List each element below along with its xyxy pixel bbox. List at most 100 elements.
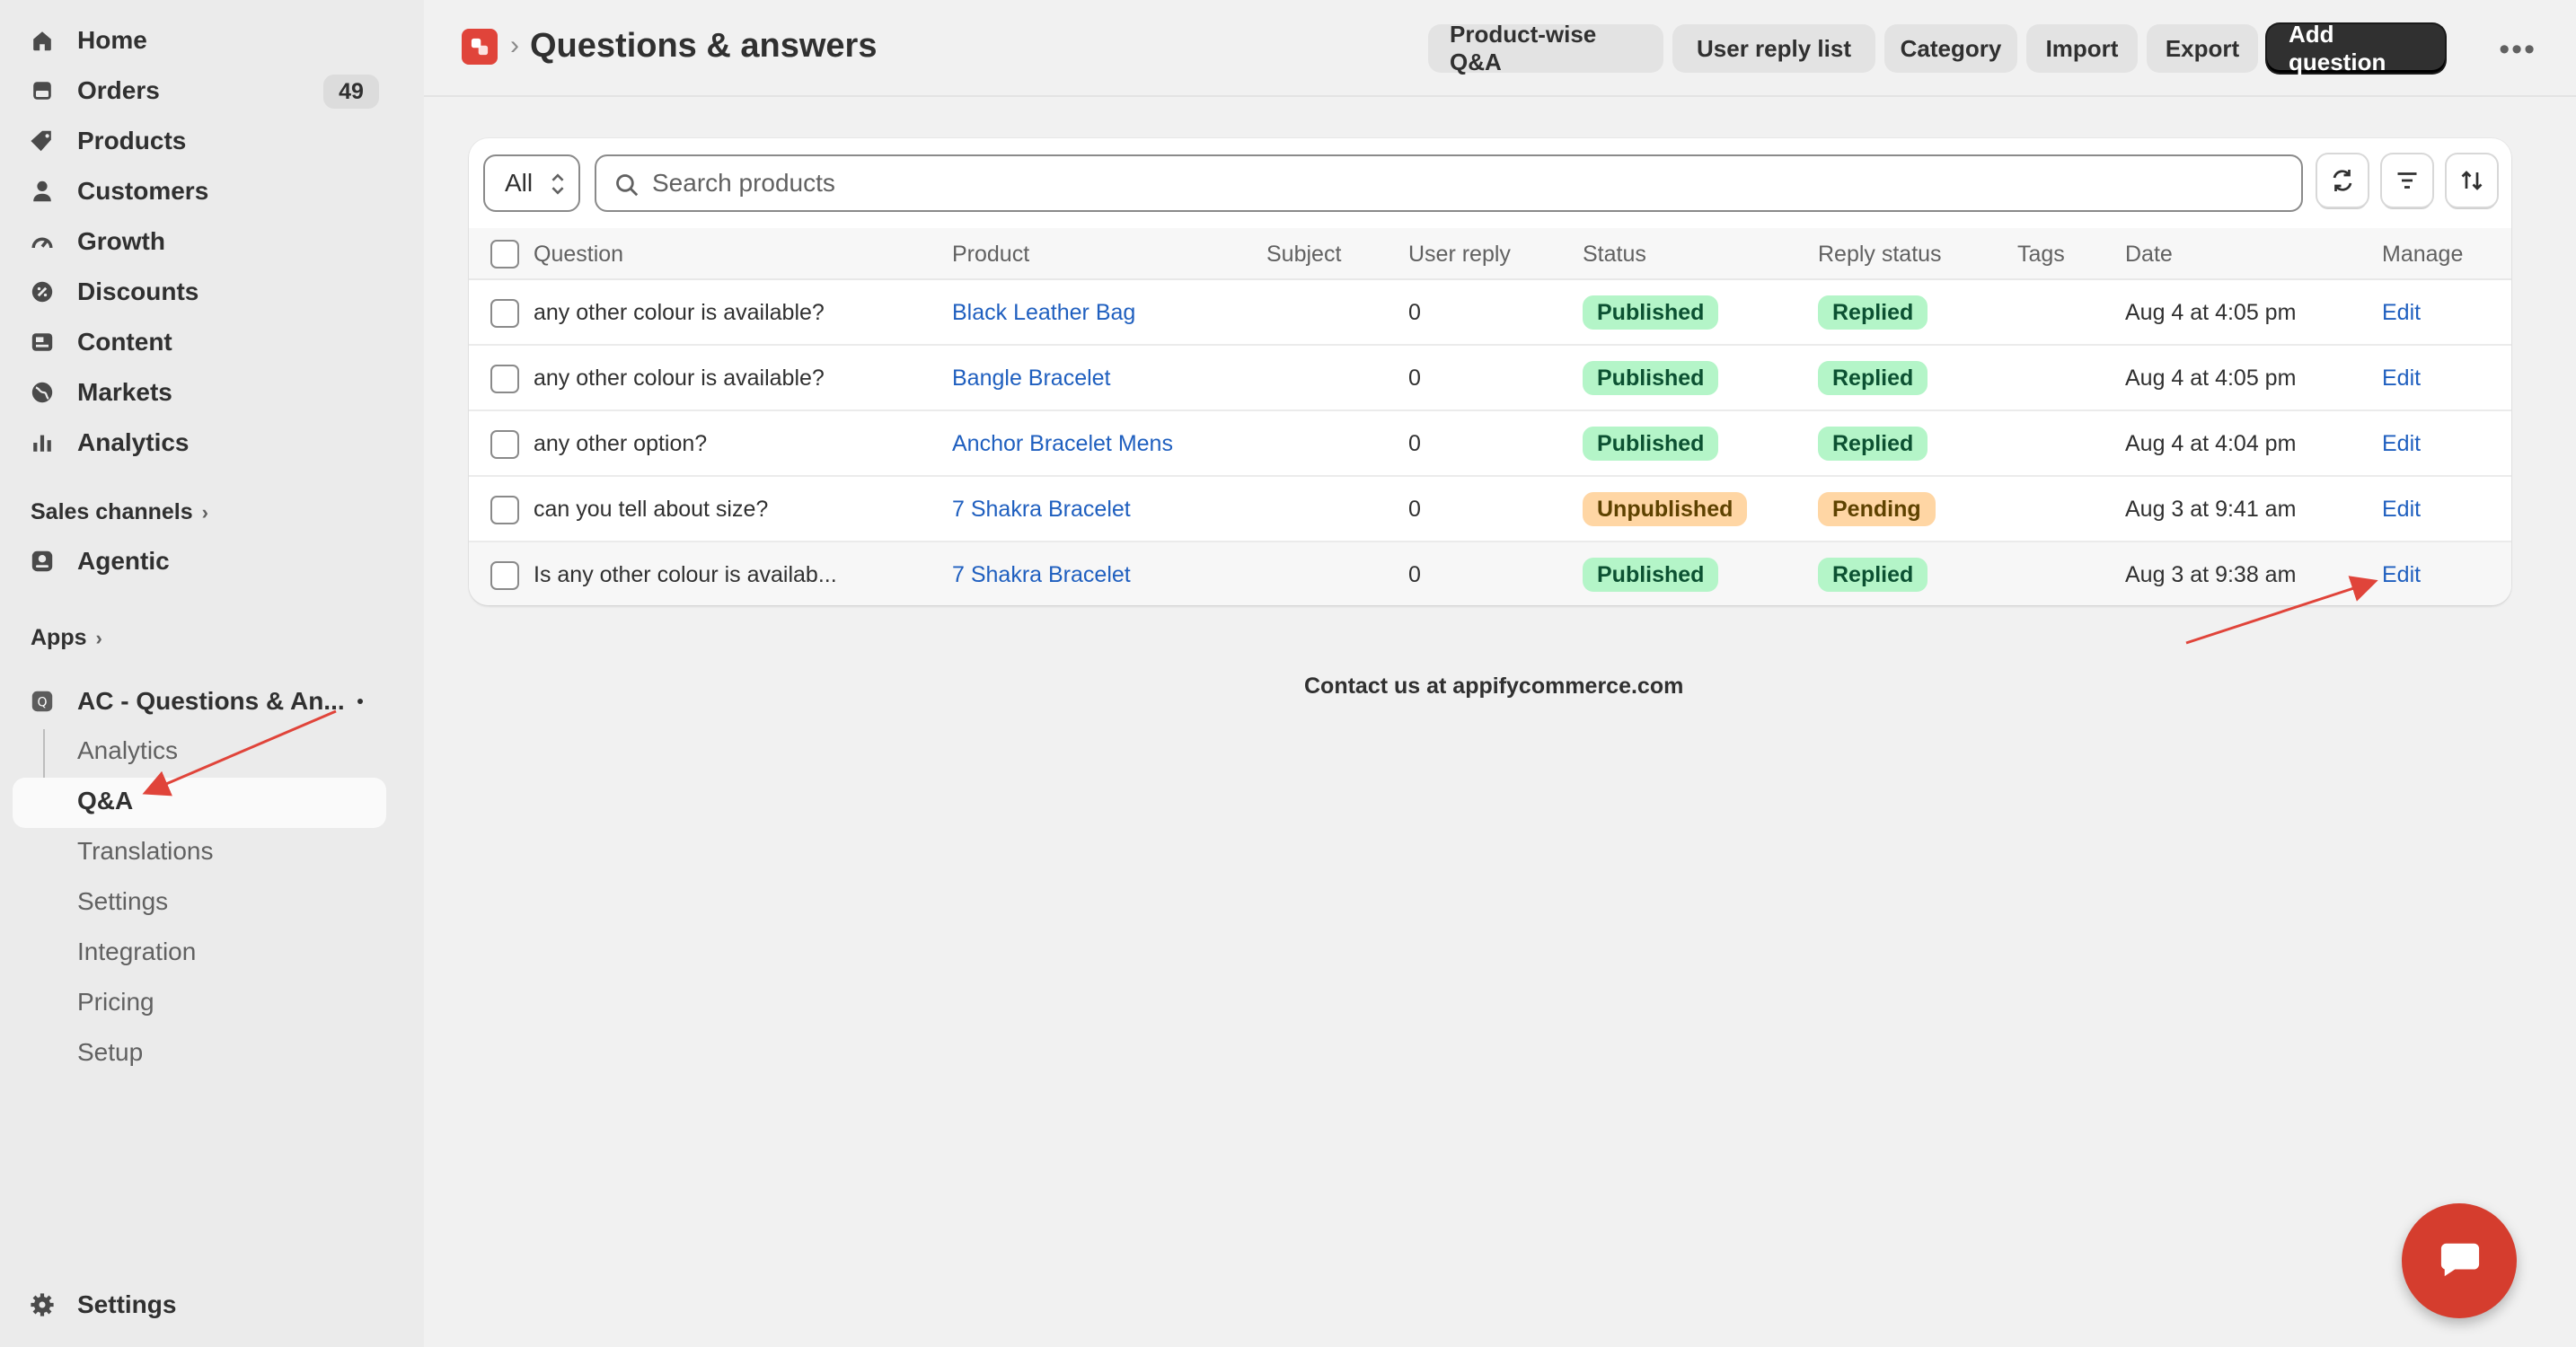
col-user-reply[interactable]: User reply bbox=[1408, 242, 1511, 268]
sub-item-pricing[interactable]: Pricing bbox=[77, 988, 154, 1017]
pin-dot-icon[interactable] bbox=[357, 699, 363, 704]
sub-item-qa[interactable]: Q&A bbox=[77, 787, 133, 815]
col-product[interactable]: Product bbox=[952, 242, 1029, 268]
nav-settings[interactable]: Settings bbox=[13, 1281, 386, 1329]
sub-item-setup[interactable]: Setup bbox=[77, 1038, 143, 1067]
export-button[interactable]: Export bbox=[2147, 24, 2258, 73]
app-logo-icon bbox=[462, 29, 498, 65]
add-question-button[interactable]: Add question bbox=[2267, 21, 2445, 75]
edit-link[interactable]: Edit bbox=[2382, 300, 2421, 326]
globe-icon bbox=[29, 380, 56, 405]
sub-item-integration[interactable]: Integration bbox=[77, 938, 196, 966]
col-question[interactable]: Question bbox=[534, 242, 623, 268]
reply-status-badge: Replied bbox=[1818, 427, 1928, 461]
select-all-checkbox[interactable] bbox=[490, 240, 519, 269]
edit-link[interactable]: Edit bbox=[2382, 365, 2421, 392]
apps-label: Apps bbox=[31, 625, 87, 650]
status-badge: Published bbox=[1583, 295, 1719, 330]
product-link[interactable]: 7 Shakra Bracelet bbox=[952, 562, 1131, 588]
nav-label: Products bbox=[77, 127, 187, 154]
nav-home[interactable]: Home bbox=[13, 16, 386, 65]
agentic-icon bbox=[29, 549, 56, 574]
status-badge: Published bbox=[1583, 361, 1719, 395]
status-badge: Published bbox=[1583, 427, 1719, 461]
qa-table-card: All Question Product Subject User reply … bbox=[469, 138, 2511, 605]
nav-agentic[interactable]: Agentic bbox=[13, 537, 386, 585]
sub-item-settings[interactable]: Settings bbox=[77, 887, 168, 916]
reply-status-badge: Replied bbox=[1818, 361, 1928, 395]
table-row[interactable]: any other colour is available? Bangle Br… bbox=[469, 346, 2511, 411]
chevron-right-icon: › bbox=[201, 500, 208, 524]
col-tags[interactable]: Tags bbox=[2017, 242, 2065, 268]
nav-analytics[interactable]: Analytics bbox=[13, 418, 386, 467]
date-text: Aug 4 at 4:05 pm bbox=[2125, 300, 2297, 325]
question-text: Is any other colour is availab... bbox=[534, 562, 837, 587]
nav-app-qa[interactable]: Q AC - Questions & An... bbox=[13, 677, 386, 726]
chevron-right-icon: › bbox=[95, 626, 102, 649]
col-status[interactable]: Status bbox=[1583, 242, 1646, 268]
col-date[interactable]: Date bbox=[2125, 242, 2173, 268]
filter-select[interactable]: All bbox=[483, 154, 580, 212]
nav-customers[interactable]: Customers bbox=[13, 167, 386, 216]
col-subject[interactable]: Subject bbox=[1266, 242, 1341, 268]
nav-discounts[interactable]: Discounts bbox=[13, 268, 386, 316]
edit-link[interactable]: Edit bbox=[2382, 497, 2421, 523]
row-checkbox[interactable] bbox=[490, 430, 519, 459]
apps-link[interactable]: Apps › bbox=[31, 625, 102, 651]
search-field[interactable] bbox=[595, 154, 2303, 212]
col-manage[interactable]: Manage bbox=[2382, 242, 2463, 268]
more-actions-icon[interactable]: ••• bbox=[2499, 32, 2536, 67]
table-row[interactable]: can you tell about size? 7 Shakra Bracel… bbox=[469, 477, 2511, 542]
search-input[interactable] bbox=[652, 165, 2269, 201]
contact-footer: Contact us at appifycommerce.com bbox=[1304, 674, 1684, 699]
sub-item-translations[interactable]: Translations bbox=[77, 837, 213, 866]
table-row[interactable]: any other colour is available? Black Lea… bbox=[469, 280, 2511, 346]
chat-bubble-icon bbox=[2440, 1243, 2480, 1277]
edit-link[interactable]: Edit bbox=[2382, 562, 2421, 588]
page-header: › Questions & answers Product-wise Q&A U… bbox=[424, 0, 2576, 97]
filter-value: All bbox=[505, 169, 534, 197]
product-link[interactable]: Black Leather Bag bbox=[952, 300, 1135, 326]
nav-growth[interactable]: Growth bbox=[13, 217, 386, 266]
nav-products[interactable]: Products bbox=[13, 117, 386, 165]
table-header: Question Product Subject User reply Stat… bbox=[469, 228, 2511, 280]
refresh-icon bbox=[2333, 170, 2352, 191]
table-row[interactable]: any other option? Anchor Bracelet Mens 0… bbox=[469, 411, 2511, 477]
sub-active-bg bbox=[13, 778, 386, 828]
reply-status-badge: Pending bbox=[1818, 492, 1936, 526]
nav-markets[interactable]: Markets bbox=[13, 368, 386, 417]
sub-item-analytics[interactable]: Analytics bbox=[77, 736, 178, 765]
sales-channels-label: Sales channels bbox=[31, 499, 193, 524]
row-checkbox[interactable] bbox=[490, 299, 519, 328]
product-wise-qa-button[interactable]: Product-wise Q&A bbox=[1428, 21, 1663, 75]
table-row[interactable]: Is any other colour is availab... 7 Shak… bbox=[469, 542, 2511, 605]
nav-label: Markets bbox=[77, 378, 172, 406]
col-reply-status[interactable]: Reply status bbox=[1818, 242, 1942, 268]
date-text: Aug 3 at 9:38 am bbox=[2125, 562, 2297, 587]
question-text: any other colour is available? bbox=[534, 365, 825, 391]
nav-content[interactable]: Content bbox=[13, 318, 386, 366]
reply-status-badge: Replied bbox=[1818, 558, 1928, 592]
row-checkbox[interactable] bbox=[490, 365, 519, 393]
row-checkbox[interactable] bbox=[490, 496, 519, 524]
sales-channels-link[interactable]: Sales channels › bbox=[31, 499, 208, 525]
product-link[interactable]: Bangle Bracelet bbox=[952, 365, 1111, 392]
import-button[interactable]: Import bbox=[2026, 24, 2138, 73]
category-button[interactable]: Category bbox=[1884, 24, 2017, 73]
question-text: can you tell about size? bbox=[534, 497, 769, 522]
refresh-button[interactable] bbox=[2317, 154, 2368, 207]
orders-icon bbox=[29, 78, 56, 103]
edit-link[interactable]: Edit bbox=[2382, 431, 2421, 457]
product-link[interactable]: 7 Shakra Bracelet bbox=[952, 497, 1131, 523]
nav-orders[interactable]: Orders 49 bbox=[13, 66, 386, 115]
home-icon bbox=[29, 28, 56, 53]
user-reply-list-button[interactable]: User reply list bbox=[1672, 24, 1875, 73]
chat-button[interactable] bbox=[2402, 1203, 2517, 1318]
row-checkbox[interactable] bbox=[490, 561, 519, 590]
filter-button[interactable] bbox=[2382, 154, 2432, 207]
discount-icon bbox=[29, 279, 56, 304]
product-link[interactable]: Anchor Bracelet Mens bbox=[952, 431, 1173, 457]
nav-label: Home bbox=[77, 26, 147, 54]
nav-label: Growth bbox=[77, 227, 165, 255]
sort-button[interactable] bbox=[2447, 154, 2497, 207]
